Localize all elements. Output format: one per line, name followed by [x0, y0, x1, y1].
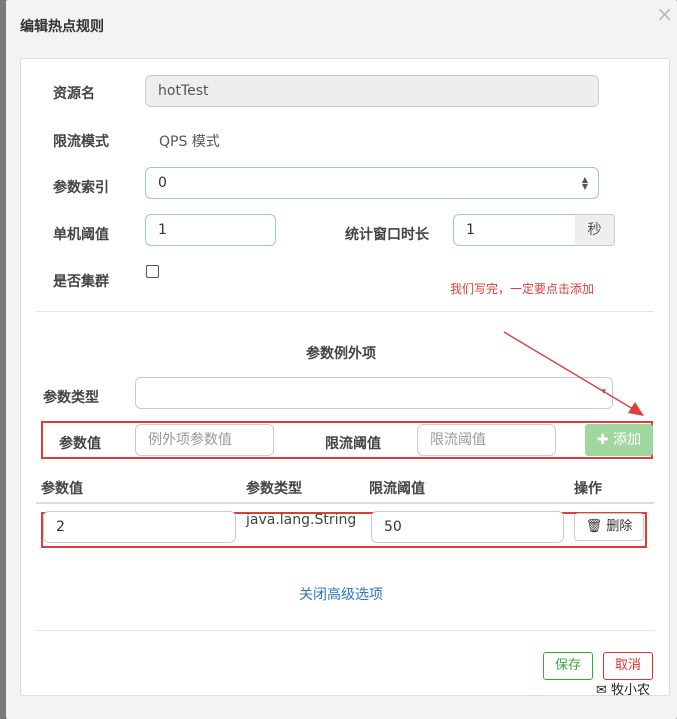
watermark-text: 牧小农 — [611, 683, 651, 698]
wechat-icon: ✉ — [596, 683, 607, 698]
edit-hot-rule-dialog: 编辑热点规则 × 资源名 hotTest 限流模式 QPS 模式 参数索引 0 … — [6, 0, 677, 719]
watermark: ✉ 牧小农 — [596, 679, 650, 698]
annotation-arrow-icon — [503, 331, 644, 416]
